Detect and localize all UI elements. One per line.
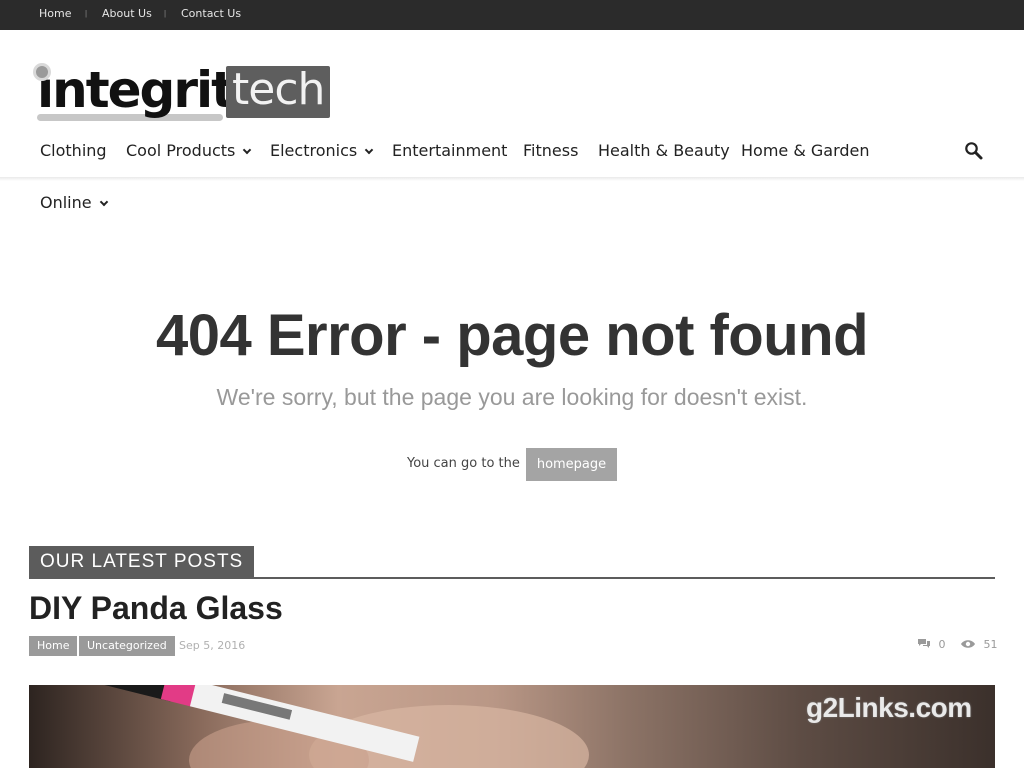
chevron-down-icon xyxy=(99,197,108,207)
watermark: g2Links.com xyxy=(806,692,972,723)
menu-item-online[interactable]: Online xyxy=(40,193,108,212)
topbar-link-about-us[interactable]: About Us xyxy=(102,7,152,20)
eye-icon xyxy=(961,640,975,648)
post-views: 51 xyxy=(960,638,998,651)
logo-dot-icon xyxy=(33,63,51,81)
section-divider xyxy=(29,577,995,579)
menu-item-label: Online xyxy=(40,193,92,212)
post-comments-count: 0 xyxy=(938,638,946,651)
menu-item-label: Electronics xyxy=(270,141,358,160)
post-tag-home[interactable]: Home xyxy=(29,636,78,656)
menu-item-fitness[interactable]: Fitness xyxy=(523,141,578,160)
post-views-count: 51 xyxy=(983,638,998,651)
menu-item-label: Entertainment xyxy=(392,141,508,160)
error-title: 404 Error - page not found xyxy=(155,303,869,368)
chevron-down-icon xyxy=(243,145,252,155)
goto-text: You can go to the xyxy=(407,456,520,471)
topbar-link-home[interactable]: Home xyxy=(39,7,71,20)
error-subtitle: We're sorry, but the page you are lookin… xyxy=(216,384,808,410)
topbar-separator: | xyxy=(164,9,167,18)
menu-divider-shadow xyxy=(0,177,1024,181)
menu-item-home-garden[interactable]: Home & Garden xyxy=(741,141,870,160)
logo-word-tech: tech xyxy=(226,66,330,118)
menu-item-entertainment[interactable]: Entertainment xyxy=(392,141,507,160)
top-bar: Home | About Us | Contact Us xyxy=(0,0,1024,30)
menu-item-label: Fitness xyxy=(523,141,579,160)
comment-icon xyxy=(918,639,930,648)
section-title-latest-posts: OUR LATEST POSTS xyxy=(29,546,255,577)
chevron-down-icon xyxy=(364,145,374,155)
menu-item-electronics[interactable]: Electronics xyxy=(270,141,374,160)
search-icon[interactable] xyxy=(964,141,984,161)
topbar-link-contact-us[interactable]: Contact Us xyxy=(181,7,241,20)
menu-item-label: Home & Garden xyxy=(741,141,870,160)
site-logo[interactable]: integrity tech xyxy=(33,58,333,128)
menu-item-label: Clothing xyxy=(40,141,107,160)
menu-item-clothing[interactable]: Clothing xyxy=(40,141,107,160)
menu-item-label: Cool Products xyxy=(126,141,236,160)
post-date: Sep 5, 2016 xyxy=(179,639,246,652)
homepage-button[interactable]: homepage xyxy=(526,448,617,481)
menu-item-label: Health & Beauty xyxy=(598,141,730,160)
post-title[interactable]: DIY Panda Glass xyxy=(29,590,283,627)
post-tag-uncategorized[interactable]: Uncategorized xyxy=(79,636,175,656)
topbar-separator: | xyxy=(85,9,88,18)
menu-item-cool-products[interactable]: Cool Products xyxy=(126,141,252,160)
menu-item-health-beauty[interactable]: Health & Beauty xyxy=(598,141,730,160)
post-comments[interactable]: 0 xyxy=(917,638,946,651)
